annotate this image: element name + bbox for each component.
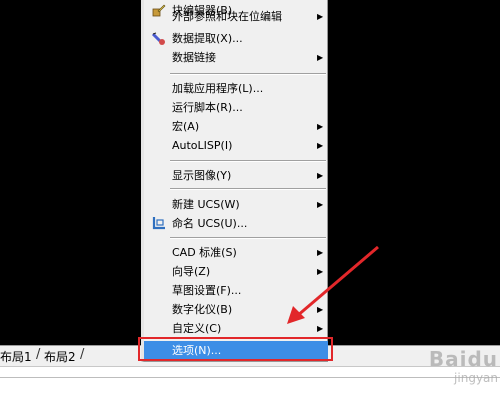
watermark: Baidu jingyan: [428, 347, 498, 385]
annotation-arrow-icon: [287, 245, 379, 324]
